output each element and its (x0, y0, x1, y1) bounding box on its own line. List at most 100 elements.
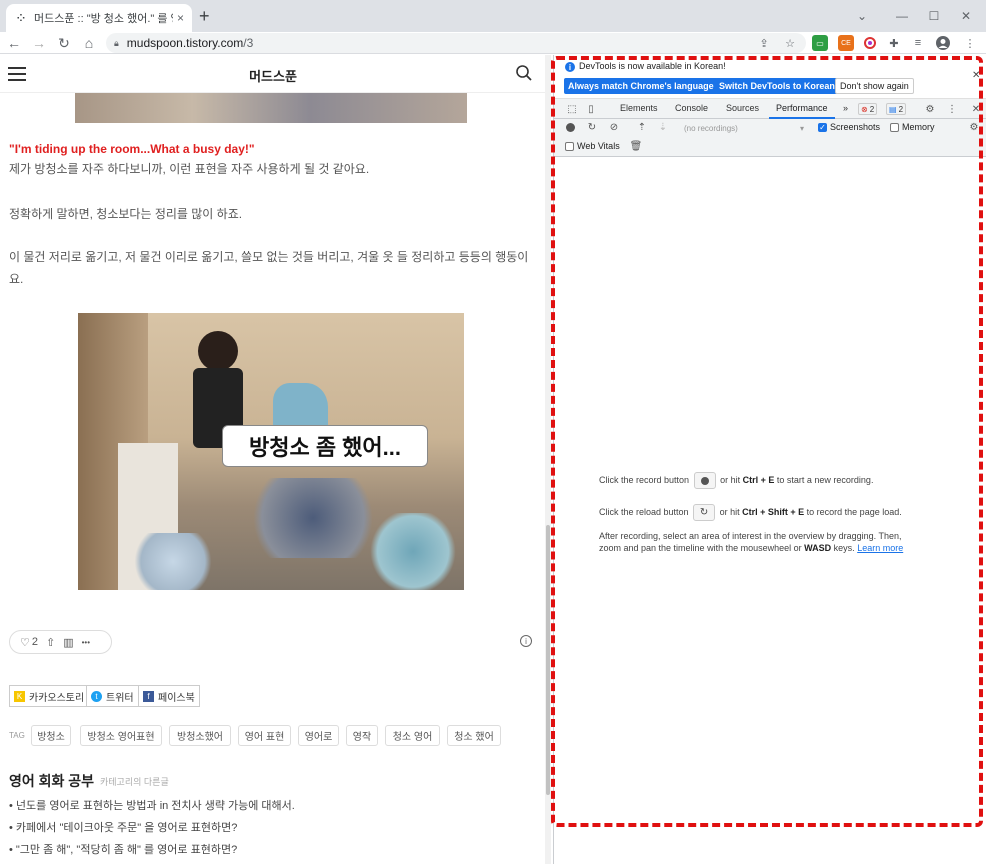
save-profile-icon[interactable]: ⇣ (657, 121, 669, 133)
infobar-message: DevTools is now available in Korean! (579, 61, 726, 71)
messages-badge[interactable]: ▤ 2 (886, 103, 907, 115)
page-scrollbar-thumb[interactable] (546, 525, 550, 795)
checkbox-checked-icon: ✓ (818, 122, 827, 132)
share-kakaostory-button[interactable]: K 카카오스토리 (9, 685, 90, 707)
blog-title[interactable]: 머드스푼 (0, 66, 546, 85)
share-twitter-label: 트위터 (106, 692, 134, 704)
reading-list-icon[interactable]: ≡ (910, 35, 926, 51)
tag-item[interactable]: 방청소했어 (169, 725, 231, 746)
infobar-close-icon[interactable]: ✕ (972, 70, 980, 81)
landing-after-line2: zoom and pan the timeline with the mouse… (599, 543, 903, 553)
tag-item[interactable]: 청소 했어 (447, 725, 501, 746)
memory-checkbox[interactable]: Memory (890, 122, 935, 132)
tab-elements[interactable]: Elements (620, 103, 658, 113)
tag-item[interactable]: 청소 영어 (385, 725, 440, 746)
settings-gear-icon[interactable]: ⚙ (924, 103, 936, 115)
shortcut-key: Ctrl + E (742, 474, 775, 485)
switch-to-korean-button[interactable]: Switch DevTools to Korean (715, 78, 839, 94)
like-heart-icon[interactable]: ♡ (20, 636, 30, 649)
devtools-language-infobar: i DevTools is now available in Korean! ✕… (554, 55, 986, 99)
browser-toolbar: ← → ↻ ⌂ 🔒︎ mudspoon.tistory.com/3 ⇪ ☆ ▭ … (0, 32, 986, 54)
inspect-element-icon[interactable]: ⬚ (566, 103, 578, 115)
tab-sources[interactable]: Sources (726, 103, 759, 113)
browser-menu-icon[interactable]: ⋮ (962, 35, 978, 51)
more-tabs-icon[interactable]: » (843, 103, 848, 113)
category-title[interactable]: 영어 회화 공부 (9, 771, 94, 791)
forward-arrow-icon[interactable]: → (30, 34, 48, 52)
capture-settings-icon[interactable]: ⚙ (968, 121, 980, 133)
info-circle-icon: i (565, 62, 575, 72)
reload-record-icon[interactable]: ↻ (586, 121, 598, 133)
load-profile-icon[interactable]: ⇡ (636, 121, 648, 133)
page-scrollbar[interactable] (545, 55, 551, 864)
back-arrow-icon[interactable]: ← (5, 34, 23, 52)
tag-item[interactable]: 방청소 영어표현 (80, 725, 162, 746)
share-twitter-button[interactable]: t 트위터 (86, 685, 139, 707)
learn-more-link[interactable]: Learn more (857, 543, 903, 553)
gif-sheets-pile (128, 533, 218, 590)
url-host: mudspoon.tistory.com (126, 36, 244, 50)
errors-badge[interactable]: ⊗ 2 (858, 103, 878, 115)
screenshots-checkbox[interactable]: ✓ Screenshots (818, 122, 880, 132)
record-button-inline[interactable] (693, 472, 716, 489)
profile-avatar-icon[interactable] (935, 35, 951, 51)
tag-item[interactable]: 영어 표현 (238, 725, 291, 746)
new-tab-button[interactable]: + (199, 7, 210, 25)
address-bar[interactable]: 🔒︎ mudspoon.tistory.com/3 (106, 33, 806, 53)
tab-performance[interactable]: Performance (776, 103, 828, 113)
tags-label: TAG (9, 731, 25, 740)
device-toolbar-icon[interactable]: ▯ (585, 103, 597, 115)
gif-person-head (198, 331, 238, 371)
clear-icon[interactable]: ⊘ (608, 121, 620, 133)
landing-record-line: Click the record button or hit Ctrl + E … (599, 472, 873, 489)
tag-item[interactable]: 방청소 (31, 725, 71, 746)
close-devtools-icon[interactable]: ✕ (970, 103, 982, 115)
tag-item[interactable]: 영작 (346, 725, 378, 746)
extension-orange-icon[interactable]: CE (838, 35, 854, 51)
tab-console[interactable]: Console (675, 103, 708, 113)
reload-icon[interactable]: ↻ (55, 34, 73, 52)
share-page-icon[interactable]: ⇪ (756, 35, 772, 51)
home-icon[interactable]: ⌂ (80, 34, 98, 52)
browser-tab-active[interactable]: ⁘ 머드스푼 :: "방 청소 했어." 를 영 × (6, 4, 192, 32)
tab-title: 머드스푼 :: "방 청소 했어." 를 영 (34, 13, 173, 25)
always-match-language-button[interactable]: Always match Chrome's language (564, 78, 718, 94)
record-icon[interactable] (566, 123, 575, 132)
search-icon[interactable] (515, 64, 533, 82)
trash-icon[interactable]: 🗑︎ (630, 140, 643, 152)
gif-speech-bubble: 방청소 좀 했어... (222, 425, 428, 467)
info-icon[interactable]: i (520, 635, 532, 647)
shortcut-key: Ctrl + Shift + E (742, 506, 805, 517)
tab-search-icon[interactable]: ⌄ (842, 0, 882, 32)
landing-reload-line: Click the reload button ↻ or hit Ctrl + … (599, 504, 902, 521)
message-count: 2 (898, 104, 904, 114)
recordings-select[interactable]: (no recordings) ▾ (678, 122, 806, 135)
memory-label: Memory (902, 122, 935, 132)
tag-item[interactable]: 영어로 (298, 725, 339, 746)
category-link[interactable]: • 넌도를 영어로 표현하는 방법과 in 전치사 생략 가능에 대해서. (9, 797, 295, 813)
tab-close-icon[interactable]: × (177, 11, 184, 25)
share-facebook-button[interactable]: f 페이스북 (138, 685, 200, 707)
browser-tab-strip: ⁘ 머드스푼 :: "방 청소 했어." 를 영 × + ⌄ — ☐ ✕ (0, 0, 986, 32)
stats-icon[interactable]: ▥ (63, 636, 73, 649)
category-link[interactable]: • "그만 좀 해", "적당히 좀 해" 를 영어로 표현하면? (9, 841, 237, 857)
dont-show-again-button[interactable]: Don't show again (835, 78, 914, 94)
more-options-icon[interactable]: ••• (82, 638, 90, 647)
web-vitals-checkbox[interactable]: Web Vitals (565, 141, 620, 151)
extensions-puzzle-icon[interactable]: ✚ (886, 35, 902, 51)
web-vitals-label: Web Vitals (577, 141, 620, 151)
close-window-button[interactable]: ✕ (946, 0, 986, 32)
message-icon: ▤ (889, 104, 897, 114)
category-link[interactable]: • 카페에서 "테이크아웃 주문" 을 영어로 표현하면? (9, 819, 237, 835)
extension-green-icon[interactable]: ▭ (812, 35, 828, 51)
share-icon[interactable]: ⇧ (46, 636, 55, 649)
reload-button-inline[interactable]: ↻ (693, 504, 716, 521)
english-quote: "I'm tiding up the room...What a busy da… (9, 142, 255, 156)
bookmark-star-icon[interactable]: ☆ (782, 35, 798, 51)
gif-towel-pile (368, 513, 458, 590)
paragraph-3: 이 물건 저리로 옮기고, 저 물건 이리로 옮기고, 쓸모 없는 것들 버리고… (9, 250, 529, 286)
extension-circle-icon[interactable] (862, 35, 878, 51)
url-path: /3 (243, 36, 254, 50)
checkbox-unchecked-icon (890, 122, 899, 132)
devtools-menu-icon[interactable]: ⋮ (946, 103, 958, 115)
